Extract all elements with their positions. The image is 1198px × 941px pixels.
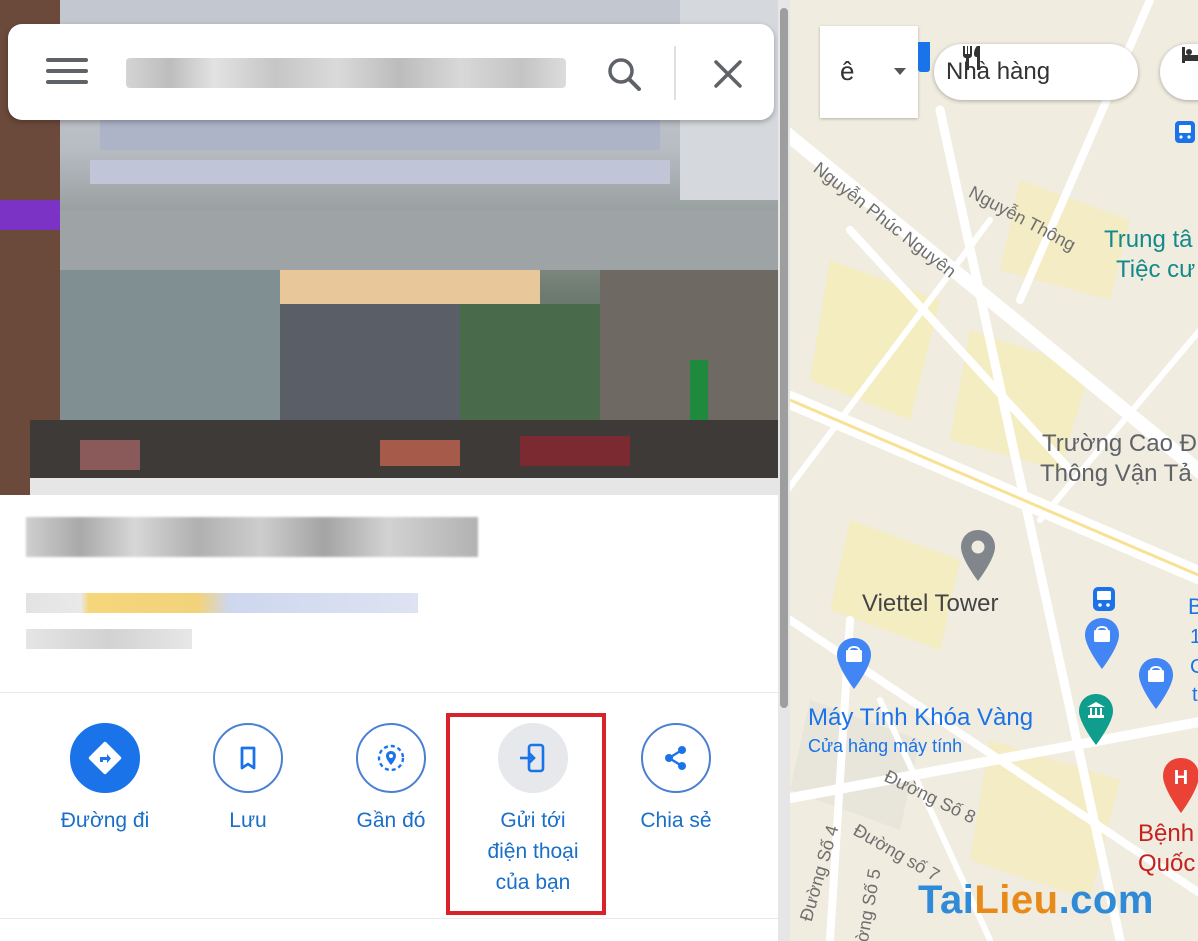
watermark-part1: Tai — [918, 878, 975, 922]
search-input-blurred[interactable] — [126, 58, 566, 88]
poi-label-partial-b: B — [1188, 594, 1198, 619]
svg-text:H: H — [1174, 767, 1188, 789]
watermark-part2: Lieu — [974, 878, 1059, 922]
place-rating-blurred[interactable] — [26, 593, 418, 613]
panel-scrollbar-thumb[interactable] — [780, 8, 788, 708]
search-bar — [8, 24, 774, 120]
shopping-pin-icon[interactable] — [1082, 616, 1122, 672]
bus-stop-icon[interactable] — [1092, 586, 1116, 612]
bus-stop-icon[interactable] — [1174, 120, 1196, 144]
place-actions-row: Đường đi Lưu Gần đó Gửi tới điện thoại c… — [0, 692, 778, 918]
hamburger-menu-icon[interactable] — [46, 58, 88, 88]
place-panel: Đường đi Lưu Gần đó Gửi tới điện thoại c… — [0, 0, 790, 941]
shopping-pin-icon[interactable] — [1136, 656, 1176, 712]
nearby-label: Gần đó — [356, 809, 426, 832]
save-button[interactable]: Lưu — [188, 723, 308, 836]
poi-label-trung-tam[interactable]: Trung tâ — [1104, 226, 1193, 254]
send-to-phone-label: Gửi tới điện thoại của bạn — [487, 809, 579, 894]
attraction-pin-icon[interactable] — [1076, 692, 1116, 748]
watermark-part3: .com — [1058, 878, 1154, 922]
panel-bottom-divider — [0, 918, 778, 919]
poi-label-benh-vien[interactable]: Bệnh — [1138, 820, 1194, 848]
send-to-phone-icon — [498, 723, 568, 793]
watermark-logo: TaiLieu.com — [918, 878, 1154, 923]
close-icon[interactable] — [708, 54, 748, 94]
share-label: Chia sẻ — [640, 809, 712, 832]
poi-label-partial-t: t — [1192, 684, 1198, 706]
send-to-phone-button[interactable]: Gửi tới điện thoại của bạn — [473, 723, 593, 898]
hospital-pin-icon[interactable]: H — [1160, 756, 1198, 816]
map-chip-edge — [918, 42, 930, 72]
hotel-icon — [1182, 47, 1198, 63]
nearby-button[interactable]: Gần đó — [331, 723, 451, 836]
poi-label-tiec-cuoi[interactable]: Tiệc cư — [1116, 256, 1195, 284]
restaurant-icon — [963, 46, 980, 70]
poi-label-quoc[interactable]: Quốc — [1138, 850, 1195, 878]
language-selector[interactable]: ê — [820, 26, 918, 118]
poi-label-may-tinh-khoa-vang[interactable]: Máy Tính Khóa Vàng — [808, 704, 1033, 732]
poi-label-viettel-tower[interactable]: Viettel Tower — [862, 590, 999, 618]
save-label: Lưu — [229, 809, 267, 832]
place-type-blurred — [26, 629, 192, 649]
directions-button[interactable]: Đường đi — [45, 723, 165, 836]
nearby-icon — [356, 723, 426, 793]
place-details — [0, 495, 778, 691]
directions-icon — [70, 723, 140, 793]
place-title-blurred — [26, 517, 478, 557]
language-char: ê — [840, 56, 855, 86]
poi-label-partial-c: C — [1190, 656, 1198, 678]
bookmark-icon — [213, 723, 283, 793]
directions-label: Đường đi — [60, 809, 150, 832]
place-pin-icon[interactable] — [958, 528, 998, 584]
share-button[interactable]: Chia sẻ — [616, 723, 736, 836]
poi-label-partial-1: 1 — [1190, 626, 1198, 648]
search-divider — [674, 46, 676, 100]
chevron-down-icon — [894, 68, 906, 75]
category-chip-restaurants[interactable]: Nhà hàng — [934, 44, 1138, 100]
map-canvas[interactable]: ê Nhà hàng Nguyễn Thông Nguyễn Phúc Nguy… — [790, 0, 1198, 941]
poi-label-truong-cao-dang[interactable]: Trường Cao Đ — [1042, 430, 1197, 458]
search-icon[interactable] — [602, 52, 646, 96]
poi-sublabel-cua-hang: Cửa hàng máy tính — [808, 736, 963, 756]
shopping-pin-icon[interactable] — [834, 636, 874, 692]
poi-label-thong-van-tai[interactable]: Thông Vận Tả — [1040, 460, 1192, 488]
share-icon — [641, 723, 711, 793]
